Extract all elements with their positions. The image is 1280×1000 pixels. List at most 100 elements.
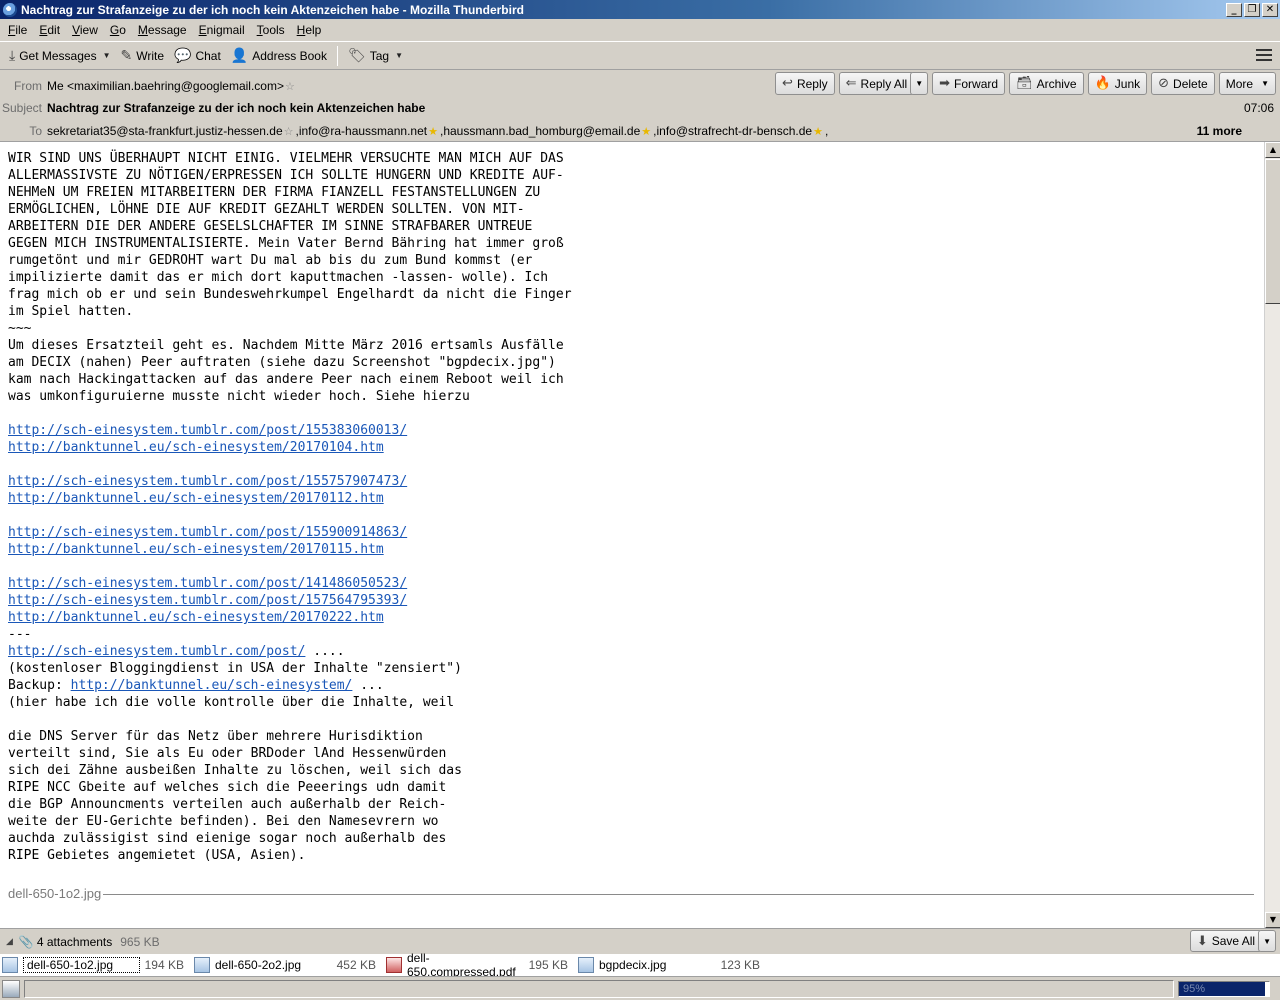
menu-go[interactable]: Go [104, 23, 132, 37]
recipient-address[interactable]: info@ra-haussmann.net [299, 124, 427, 138]
chevron-down-icon[interactable]: ▼ [103, 51, 111, 60]
reply-all-split: ⇐ Reply All ▼ [838, 72, 929, 95]
menu-view[interactable]: View [66, 23, 104, 37]
attachment-list: dell-650-1o2.jpg 194 KB dell-650-2o2.jpg… [0, 951, 1280, 979]
chat-button[interactable]: 💬 Chat [169, 44, 226, 68]
recipient-address[interactable]: info@strafrecht-dr-bensch.de [657, 124, 813, 138]
star-icon[interactable]: ★ [428, 125, 438, 138]
scroll-up-icon[interactable]: ▲ [1265, 142, 1280, 158]
expand-toggle-icon[interactable]: ◢ [6, 937, 13, 947]
from-label: From [14, 79, 42, 93]
from-address[interactable]: Me <maximilian.baehring@googlemail.com> [47, 79, 284, 93]
chevron-down-icon: ▼ [395, 51, 404, 60]
message-line: weite der EU-Gerichte befinden). Bei den… [8, 814, 439, 829]
menu-help[interactable]: Help [291, 23, 328, 37]
restore-icon[interactable]: ❐ [1244, 2, 1260, 17]
archive-button[interactable]: 🗃 Archive [1009, 72, 1084, 95]
message-text-fragment: ... [352, 678, 384, 693]
star-icon[interactable]: ★ [641, 125, 651, 138]
tag-icon: 🏷 [347, 47, 366, 64]
message-link[interactable]: http://sch-einesystem.tumblr.com/post/15… [8, 525, 407, 540]
online-status-icon[interactable] [2, 979, 20, 998]
chevron-down-icon[interactable]: ▼ [1258, 930, 1276, 952]
message-line: frag mich ob er und sein Bundeswehrkumpe… [8, 287, 572, 302]
message-link[interactable]: http://sch-einesystem.tumblr.com/post/ [8, 644, 305, 659]
paperclip-icon: 📎 [18, 934, 34, 949]
message-line: die DNS Server für das Netz über mehrere… [8, 729, 423, 744]
window-title: Nachtrag zur Strafanzeige zu der ich noc… [21, 2, 524, 17]
star-icon[interactable]: ★ [813, 125, 823, 138]
attachment-bar: ◢ 📎 4 attachments 965 KB ⬇ Save All ▼ [0, 928, 1280, 954]
recipient-address[interactable]: haussmann.bad_homburg@email.de [443, 124, 640, 138]
write-button[interactable]: ✎ Write [116, 44, 170, 68]
minimize-icon[interactable]: _ [1226, 2, 1242, 17]
message-link-line: http://banktunnel.eu/sch-einesystem/2017… [8, 490, 572, 507]
title-bar[interactable]: Nachtrag zur Strafanzeige zu der ich noc… [0, 0, 1280, 19]
scrollbar-thumb[interactable] [1265, 159, 1280, 304]
toolbar-separator [336, 45, 338, 66]
menu-enigmail[interactable]: Enigmail [193, 23, 251, 37]
star-icon[interactable]: ☆ [284, 125, 294, 138]
delete-icon: ⊘ [1158, 76, 1170, 91]
image-file-icon [2, 957, 18, 973]
star-icon[interactable]: ☆ [285, 80, 295, 93]
to-label: To [29, 124, 42, 138]
menu-tools[interactable]: Tools [251, 23, 291, 37]
message-link-line: http://banktunnel.eu/sch-einesystem/2017… [8, 541, 572, 558]
from-row: From Me <maximilian.baehring@googlemail.… [0, 79, 297, 93]
reply-all-button[interactable]: ⇐ Reply All [838, 72, 915, 95]
message-link[interactable]: http://banktunnel.eu/sch-einesystem/2017… [8, 610, 384, 625]
progress-text: 95% [1183, 982, 1206, 995]
download-icon: ⤓ [9, 47, 16, 64]
message-link[interactable]: http://sch-einesystem.tumblr.com/post/15… [8, 474, 407, 489]
message-link-line: http://sch-einesystem.tumblr.com/post/15… [8, 473, 572, 490]
message-link[interactable]: http://banktunnel.eu/sch-einesystem/2017… [8, 542, 384, 557]
message-line: GEGEN MICH INSTRUMENTALISIERTE. Mein Vat… [8, 236, 564, 251]
chevron-down-icon[interactable]: ▼ [910, 72, 929, 95]
message-link[interactable]: http://banktunnel.eu/sch-einesystem/ [71, 678, 353, 693]
address-book-button[interactable]: 👤 Address Book [226, 44, 332, 68]
attachment-item[interactable]: bgpdecix.jpg 123 KB [576, 955, 768, 975]
close-icon[interactable]: ✕ [1262, 2, 1278, 17]
more-button[interactable]: More ▼ [1218, 72, 1276, 95]
menu-message[interactable]: Message [132, 23, 193, 37]
message-line: (kostenloser Bloggingdienst in USA der I… [8, 661, 462, 676]
message-link-line: http://sch-einesystem.tumblr.com/post/15… [8, 422, 572, 439]
message-line: Um dieses Ersatzteil geht es. Nachdem Mi… [8, 338, 564, 353]
junk-button[interactable]: 🔥 Junk [1087, 72, 1148, 95]
message-link[interactable]: http://banktunnel.eu/sch-einesystem/2017… [8, 491, 384, 506]
vertical-scrollbar[interactable]: ▲ ▼ [1264, 142, 1280, 928]
message-body[interactable]: WIR SIND UNS ÜBERHAUPT NICHT EINIG. VIEL… [0, 142, 1264, 928]
recipient-address[interactable]: sekretariat35@sta-frankfurt.justiz-hesse… [47, 124, 283, 138]
attachment-count[interactable]: 4 attachments [37, 935, 112, 949]
message-link[interactable]: http://sch-einesystem.tumblr.com/post/15… [8, 423, 407, 438]
scroll-down-icon[interactable]: ▼ [1265, 912, 1280, 928]
message-link[interactable]: http://sch-einesystem.tumblr.com/post/14… [8, 576, 407, 591]
delete-button[interactable]: ⊘ Delete [1151, 72, 1215, 95]
more-recipients-link[interactable]: 11 more [1197, 124, 1242, 138]
attachment-item[interactable]: dell-650-2o2.jpg 452 KB [192, 955, 384, 975]
message-link[interactable]: http://banktunnel.eu/sch-einesystem/2017… [8, 440, 384, 455]
reply-button[interactable]: ↩ Reply [775, 72, 835, 95]
message-text-fragment: .... [305, 644, 345, 659]
pdf-file-icon [386, 957, 402, 973]
message-line: im Spiel hatten. [8, 304, 134, 319]
attachment-item[interactable]: dell-650-1o2.jpg 194 KB [0, 955, 192, 975]
tag-button[interactable]: 🏷 Tag ▼ [343, 44, 408, 68]
message-link-line: http://sch-einesystem.tumblr.com/post/15… [8, 592, 572, 609]
app-menu-icon[interactable] [1256, 47, 1272, 63]
menu-file[interactable]: File [2, 23, 33, 37]
forward-button[interactable]: ➡ Forward [932, 72, 1006, 95]
chat-bubble-icon: 💬 [174, 47, 192, 64]
image-file-icon [578, 957, 594, 973]
message-actions: ↩ Reply ⇐ Reply All ▼ ➡ Forward 🗃 Archive 🔥 J… [775, 72, 1276, 95]
menu-edit[interactable]: Edit [33, 23, 66, 37]
message-line: rumgetönt und mir GEDROHT wart Du mal ab… [8, 253, 533, 268]
status-text [24, 979, 1174, 998]
get-messages-button[interactable]: ⤓ Get Messages ▼ [4, 44, 116, 68]
attachment-item[interactable]: dell-650.compressed.pdf 195 KB [384, 951, 576, 979]
message-link[interactable]: http://sch-einesystem.tumblr.com/post/15… [8, 593, 407, 608]
save-all-button[interactable]: ⬇ Save All [1189, 930, 1263, 952]
archive-icon: 🗃 [1016, 76, 1033, 91]
person-icon: 👤 [230, 47, 249, 64]
